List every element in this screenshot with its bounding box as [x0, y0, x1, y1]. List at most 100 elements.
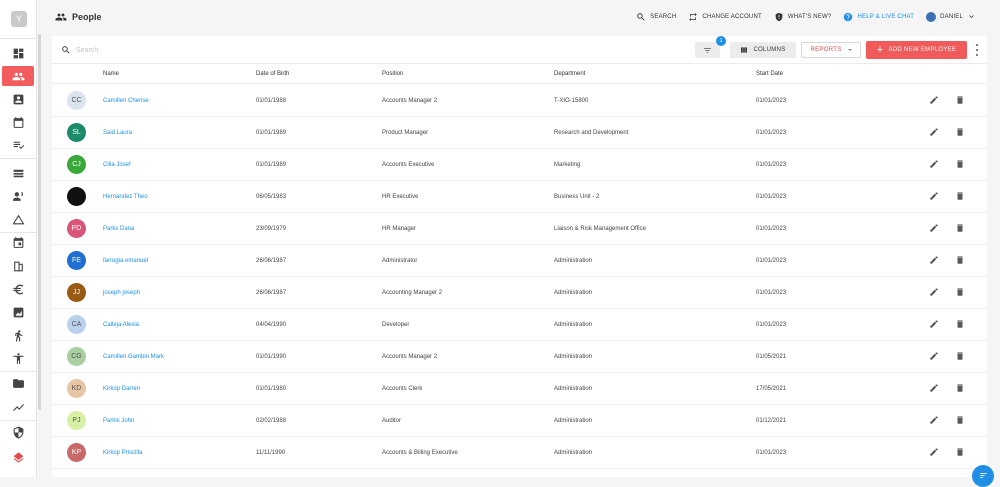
sidebar-item-payroll[interactable]: [2, 279, 34, 299]
caret-down-icon: [847, 49, 852, 51]
employee-name-link[interactable]: farrugia emanuel: [103, 258, 148, 264]
start-date: 01/01/2023: [756, 130, 787, 136]
edit-icon[interactable]: [929, 255, 939, 265]
employee-name-link[interactable]: Camilleri Gambin Mark: [103, 354, 164, 360]
edit-icon[interactable]: [929, 95, 939, 105]
add-new-employee-button[interactable]: + ADD NEW EMPLOYEE: [866, 41, 967, 59]
edit-icon[interactable]: [929, 127, 939, 137]
column-header-name[interactable]: Name: [103, 71, 119, 77]
employee-name-link[interactable]: Kirkop Priscilla: [103, 450, 142, 456]
delete-icon[interactable]: [955, 223, 965, 233]
edit-icon[interactable]: [929, 447, 939, 457]
table-row[interactable]: CA Calleja Alexia 04/04/1990 Developer Admin…: [52, 309, 987, 341]
table-row[interactable]: Hernandez Theo 06/05/1983 HR Executive Busi…: [52, 181, 987, 213]
employee-name-link[interactable]: Hernandez Theo: [103, 194, 148, 200]
sidebar-item-organisation[interactable]: [2, 256, 34, 276]
avatar: PD: [67, 219, 86, 238]
column-header-department[interactable]: Department: [554, 71, 585, 77]
employee-name-link[interactable]: Kirkop Darren: [103, 386, 140, 392]
employee-name-link[interactable]: Calleja Alexia: [103, 322, 139, 328]
edit-icon[interactable]: [929, 191, 939, 201]
delete-icon[interactable]: [955, 287, 965, 297]
edit-icon[interactable]: [929, 415, 939, 425]
table-row[interactable]: CJ Cilia Josef 01/01/1989 Accounts Executiv…: [52, 149, 987, 181]
search-button-label: SEARCH: [650, 14, 677, 20]
search-input[interactable]: [76, 43, 376, 57]
sidebar-item-analytics[interactable]: [2, 397, 34, 417]
sidebar-item-recruitment[interactable]: [2, 186, 34, 206]
table-row[interactable]: CC Camilleri Cherise 01/01/1988 Accounts Ma…: [52, 85, 987, 117]
table-row[interactable]: PD Parks Dana 23/09/1979 HR Manager Liaison …: [52, 213, 987, 245]
table-row[interactable]: JJ joseph joseph 26/06/1987 Accounting Mana…: [52, 277, 987, 309]
sidebar-scrollbar[interactable]: [38, 34, 41, 410]
edit-icon[interactable]: [929, 159, 939, 169]
employee-name-link[interactable]: Cilia Josef: [103, 162, 131, 168]
company-logo[interactable]: Y: [11, 11, 27, 27]
column-header-start-date[interactable]: Start Date: [756, 71, 783, 77]
reports-dropdown[interactable]: REPORTS: [801, 42, 861, 58]
sidebar-item-contacts[interactable]: [2, 89, 34, 109]
sidebar-item-modules[interactable]: [2, 447, 34, 467]
live-chat-button[interactable]: [972, 465, 994, 487]
edit-icon[interactable]: [929, 319, 939, 329]
change-account-button[interactable]: CHANGE ACCOUNT: [688, 12, 762, 22]
user-name: DANIEL: [940, 14, 963, 20]
table-row[interactable]: SL Said Laura 01/01/1989 Product Manager Res…: [52, 117, 987, 149]
avatar: SL: [67, 123, 86, 142]
sidebar-item-dashboard[interactable]: [2, 43, 34, 63]
avatar: CC: [67, 91, 86, 110]
sidebar-item-reports[interactable]: [2, 302, 34, 322]
edit-icon[interactable]: [929, 383, 939, 393]
table-row[interactable]: CG Camilleri Gambin Mark 01/01/1990 Account…: [52, 341, 987, 373]
sidebar-item-activity[interactable]: [2, 325, 34, 345]
delete-icon[interactable]: [955, 319, 965, 329]
help-live-chat-button[interactable]: HELP & LIVE CHAT: [843, 12, 914, 22]
sidebar-item-wellbeing[interactable]: [2, 348, 34, 368]
edit-icon[interactable]: [929, 287, 939, 297]
delete-icon[interactable]: [955, 415, 965, 425]
table-row[interactable]: PJ Pamis John 02/02/1988 Auditor Administrat…: [52, 405, 987, 437]
filter-count-badge: 1: [716, 36, 726, 46]
delete-icon[interactable]: [955, 95, 965, 105]
table-row[interactable]: KD Kirkop Darren 01/01/1980 Accounts Clerk A…: [52, 373, 987, 405]
columns-button[interactable]: COLUMNS: [730, 42, 796, 58]
delete-icon[interactable]: [955, 383, 965, 393]
delete-icon[interactable]: [955, 447, 965, 457]
date-of-birth: 06/05/1983: [256, 194, 287, 200]
delete-icon[interactable]: [955, 127, 965, 137]
sidebar-item-people[interactable]: [2, 66, 34, 86]
swap-icon: [689, 12, 698, 22]
sidebar-item-list[interactable]: [2, 163, 34, 183]
table-row[interactable]: FE farrugia emanuel 26/06/1987 Administrato…: [52, 245, 987, 277]
sidebar-item-events[interactable]: [2, 232, 34, 252]
sidebar-item-tasks[interactable]: [2, 135, 34, 155]
search-button[interactable]: SEARCH: [636, 12, 676, 22]
sidebar-item-calendar[interactable]: [2, 112, 34, 132]
more-options-icon[interactable]: [973, 44, 981, 56]
whats-new-button[interactable]: WHAT'S NEW?: [774, 12, 832, 22]
user-menu[interactable]: DANIEL: [926, 12, 980, 23]
edit-icon[interactable]: [929, 223, 939, 233]
edit-icon[interactable]: [929, 351, 939, 361]
column-header-dob[interactable]: Date of Birth: [256, 71, 289, 77]
help-live-chat-label: HELP & LIVE CHAT: [857, 14, 915, 20]
column-header-position[interactable]: Position: [382, 71, 403, 77]
avatar: CA: [67, 315, 86, 334]
delete-icon[interactable]: [955, 255, 965, 265]
filter-button[interactable]: [695, 42, 720, 58]
delete-icon[interactable]: [955, 159, 965, 169]
employee-name-link[interactable]: Said Laura: [103, 130, 132, 136]
start-date: 01/01/2023: [756, 194, 787, 200]
employee-name-link[interactable]: Parks Dana: [103, 226, 134, 232]
table-row[interactable]: KP Kirkop Priscilla 11/11/1990 Accounts & B…: [52, 437, 987, 469]
delete-icon[interactable]: [955, 351, 965, 361]
sidebar-item-security[interactable]: [2, 422, 34, 442]
person-voice-icon: [12, 191, 23, 201]
employee-name-link[interactable]: Pamis John: [103, 418, 134, 424]
employee-name-link[interactable]: Camilleri Cherise: [103, 98, 149, 104]
sidebar-item-alerts[interactable]: [2, 209, 34, 229]
date-of-birth: 01/01/1988: [256, 98, 287, 104]
delete-icon[interactable]: [955, 191, 965, 201]
sidebar-item-documents[interactable]: [2, 373, 34, 393]
employee-name-link[interactable]: joseph joseph: [103, 290, 140, 296]
